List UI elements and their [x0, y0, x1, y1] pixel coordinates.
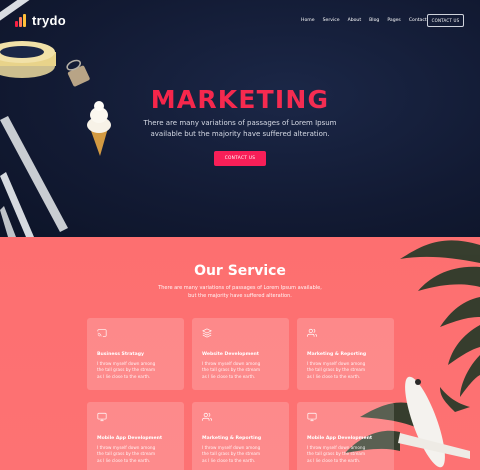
main-nav: Home Service About Blog Pages Contact — [301, 18, 427, 23]
service-section: Our Service There are many variations of… — [0, 237, 480, 470]
card-title: Website Development — [202, 352, 259, 357]
service-card[interactable]: Marketing & Reporting I throw myself dow… — [192, 402, 289, 470]
service-subtitle: There are many variations of passages of… — [158, 285, 322, 299]
card-title: Business Stratagy — [97, 352, 144, 357]
monitor-icon — [97, 412, 107, 422]
nav-home[interactable]: Home — [301, 18, 315, 23]
nav-service[interactable]: Service — [323, 18, 340, 23]
logo-icon — [15, 14, 27, 27]
nav-about[interactable]: About — [348, 18, 362, 23]
clip-decor — [66, 59, 90, 87]
brand-logo[interactable]: trydo — [15, 13, 66, 28]
service-card[interactable]: Business Stratagy I throw myself down am… — [87, 318, 184, 390]
tape-decor — [0, 41, 56, 78]
hero-title: MARKETING — [0, 85, 480, 114]
nav-contact[interactable]: Contact — [409, 18, 427, 23]
service-card[interactable]: Mobile App Development I throw myself do… — [297, 402, 394, 470]
users-icon — [307, 328, 317, 337]
card-text: I throw myself down among the tall grass… — [202, 361, 261, 379]
hero-subtitle: There are many variations of passages of… — [143, 119, 337, 138]
service-card[interactable]: Website Development I throw myself down … — [192, 318, 289, 390]
card-text: I throw myself down among the tall grass… — [202, 445, 261, 463]
card-title: Mobile App Development — [97, 436, 163, 441]
nav-pages[interactable]: Pages — [387, 18, 401, 23]
card-text: I throw myself down among the tall grass… — [307, 361, 366, 379]
service-card[interactable]: Mobile App Development I throw myself do… — [87, 402, 184, 470]
hero-contact-button[interactable]: CONTACT US — [214, 151, 266, 166]
card-title: Marketing & Reporting — [202, 436, 262, 441]
users-icon — [202, 412, 212, 421]
cast-icon — [97, 329, 107, 337]
card-text: I throw myself down among the tall grass… — [97, 361, 156, 379]
service-card[interactable]: Marketing & Reporting I throw myself dow… — [297, 318, 394, 390]
nav-contact-button[interactable]: CONTACT US — [427, 14, 464, 27]
brand-name: trydo — [32, 13, 66, 28]
card-title: Mobile App Development — [307, 436, 373, 441]
hero-section: trydo Home Service About Blog Pages Cont… — [0, 0, 480, 237]
pencil-decor-2 — [0, 116, 68, 237]
card-title: Marketing & Reporting — [307, 352, 367, 357]
card-text: I throw myself down among the tall grass… — [97, 445, 156, 463]
monitor-icon — [307, 412, 317, 422]
card-text: I throw myself down among the tall grass… — [307, 445, 366, 463]
nav-blog[interactable]: Blog — [369, 18, 379, 23]
service-title: Our Service — [194, 263, 286, 279]
layers-icon — [202, 328, 212, 338]
